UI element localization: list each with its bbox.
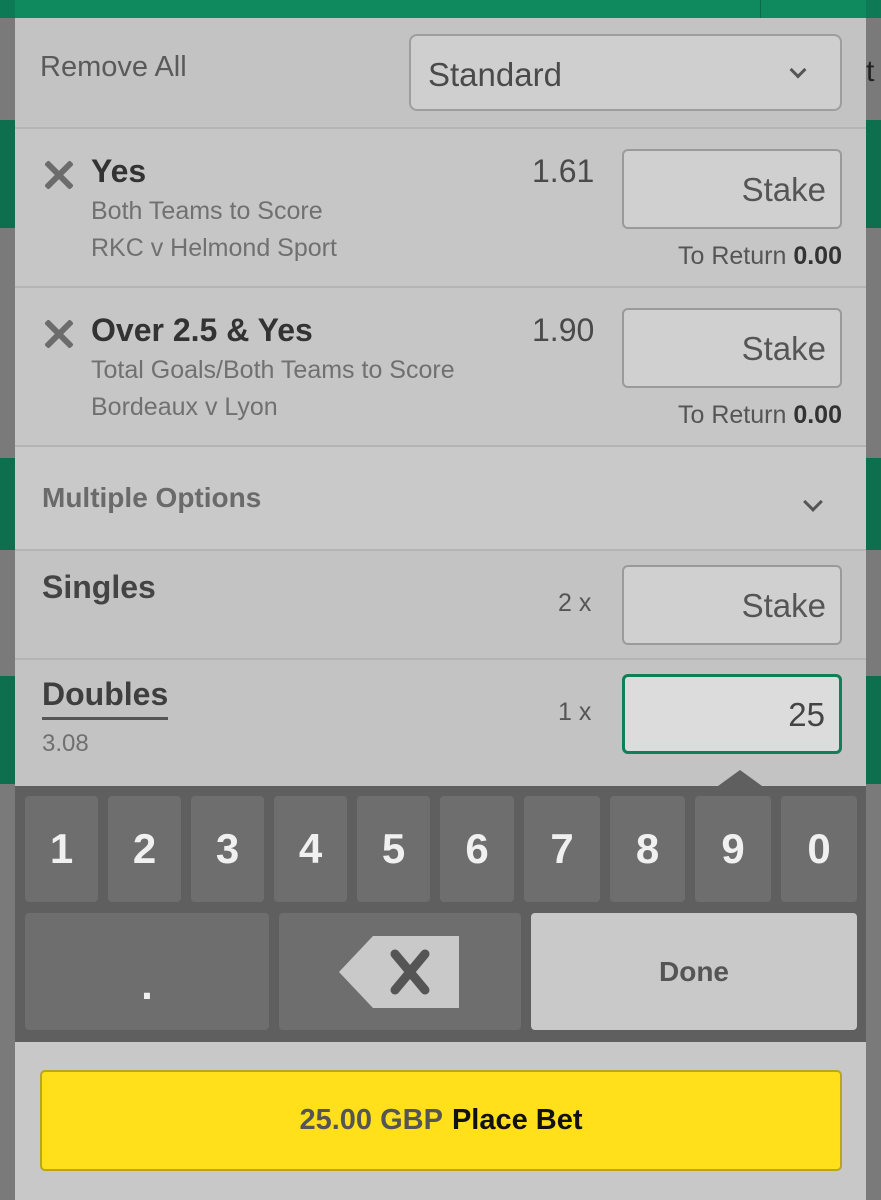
stake-input[interactable]: Stake xyxy=(622,308,842,388)
selection-odds: 1.61 xyxy=(532,153,595,189)
doubles-label[interactable]: Doubles xyxy=(42,676,169,720)
background-green-strip xyxy=(866,458,881,550)
remove-all-button[interactable]: Remove All xyxy=(40,51,187,84)
background-green-strip xyxy=(0,458,16,550)
key-3[interactable]: 3 xyxy=(191,796,264,902)
numeric-keypad: 1 2 3 4 5 6 7 8 9 0 . Done xyxy=(15,770,866,1042)
backspace-icon xyxy=(339,934,461,1010)
background-text: t xyxy=(866,55,875,88)
key-9[interactable]: 9 xyxy=(695,796,771,902)
bet-slip-top-bar xyxy=(15,0,866,18)
key-1[interactable]: 1 xyxy=(25,796,98,902)
singles-stake-input[interactable]: Stake xyxy=(622,565,842,645)
place-bet-button[interactable]: 25.00 GBP Place Bet xyxy=(40,1070,842,1171)
selection-name: Over 2.5 & Yes xyxy=(91,312,313,348)
to-return-value: 0.00 xyxy=(793,242,842,270)
key-5[interactable]: 5 xyxy=(357,796,430,902)
singles-label: Singles xyxy=(42,569,156,605)
bet-slip-header: Remove All Standard xyxy=(15,18,866,129)
stake-placeholder: Stake xyxy=(741,587,826,624)
stake-placeholder: Stake xyxy=(741,330,826,367)
event-name: RKC v Helmond Sport xyxy=(91,234,337,262)
backspace-button[interactable] xyxy=(279,913,521,1030)
place-bet-label: Place Bet xyxy=(451,1104,583,1136)
bet-selection-row: Over 2.5 & Yes Total Goals/Both Teams to… xyxy=(15,288,866,447)
bet-selection-row: Yes Both Teams to Score RKC v Helmond Sp… xyxy=(15,129,866,288)
doubles-odds: 3.08 xyxy=(42,730,89,757)
event-name: Bordeaux v Lyon xyxy=(91,393,278,421)
doubles-stake-input[interactable]: 25 xyxy=(622,674,842,754)
bet-type-select[interactable]: Standard xyxy=(409,34,842,111)
close-icon[interactable] xyxy=(43,318,75,350)
stake-value: 25 xyxy=(788,696,825,733)
bet-slip: Remove All Standard Yes Both Teams to Sc… xyxy=(15,0,866,1200)
key-8[interactable]: 8 xyxy=(610,796,685,902)
close-icon[interactable] xyxy=(43,159,75,191)
market-name: Total Goals/Both Teams to Score xyxy=(91,356,455,384)
background-green-strip xyxy=(0,676,16,784)
key-0[interactable]: 0 xyxy=(781,796,857,902)
done-button[interactable]: Done xyxy=(531,913,857,1030)
multiple-options-title: Multiple Options xyxy=(42,482,262,513)
stake-input[interactable]: Stake xyxy=(622,149,842,229)
bet-type-value: Standard xyxy=(428,56,562,93)
singles-count: 2 x xyxy=(558,589,592,617)
key-decimal[interactable]: . xyxy=(25,913,269,1030)
multiple-options-toggle[interactable]: Multiple Options xyxy=(15,447,866,551)
keypad-pointer xyxy=(718,770,762,786)
chevron-down-icon xyxy=(789,61,807,79)
place-bet-amount: 25.00 GBP xyxy=(299,1104,443,1136)
key-6[interactable]: 6 xyxy=(440,796,514,902)
to-return: To Return 0.00 xyxy=(678,242,842,271)
to-return: To Return 0.00 xyxy=(678,401,842,430)
top-bar-divider xyxy=(760,0,761,18)
market-name: Both Teams to Score xyxy=(91,197,323,225)
to-return-label: To Return xyxy=(677,401,787,429)
doubles-count: 1 x xyxy=(558,698,592,726)
singles-row: Singles 2 x Stake xyxy=(15,551,866,660)
background-green-strip xyxy=(0,120,16,228)
key-7[interactable]: 7 xyxy=(524,796,600,902)
key-4[interactable]: 4 xyxy=(274,796,347,902)
background-green-strip xyxy=(866,120,881,228)
selection-odds: 1.90 xyxy=(532,312,595,348)
bet-slip-footer: 25.00 GBP Place Bet xyxy=(15,1042,866,1200)
stake-placeholder: Stake xyxy=(741,171,826,208)
to-return-value: 0.00 xyxy=(793,401,842,429)
to-return-label: To Return xyxy=(677,242,787,270)
doubles-row: Doubles 3.08 1 x 25 xyxy=(15,660,866,786)
background-green-strip xyxy=(866,676,881,784)
selection-name: Yes xyxy=(91,153,147,189)
chevron-down-icon xyxy=(803,492,823,512)
key-2[interactable]: 2 xyxy=(108,796,181,902)
